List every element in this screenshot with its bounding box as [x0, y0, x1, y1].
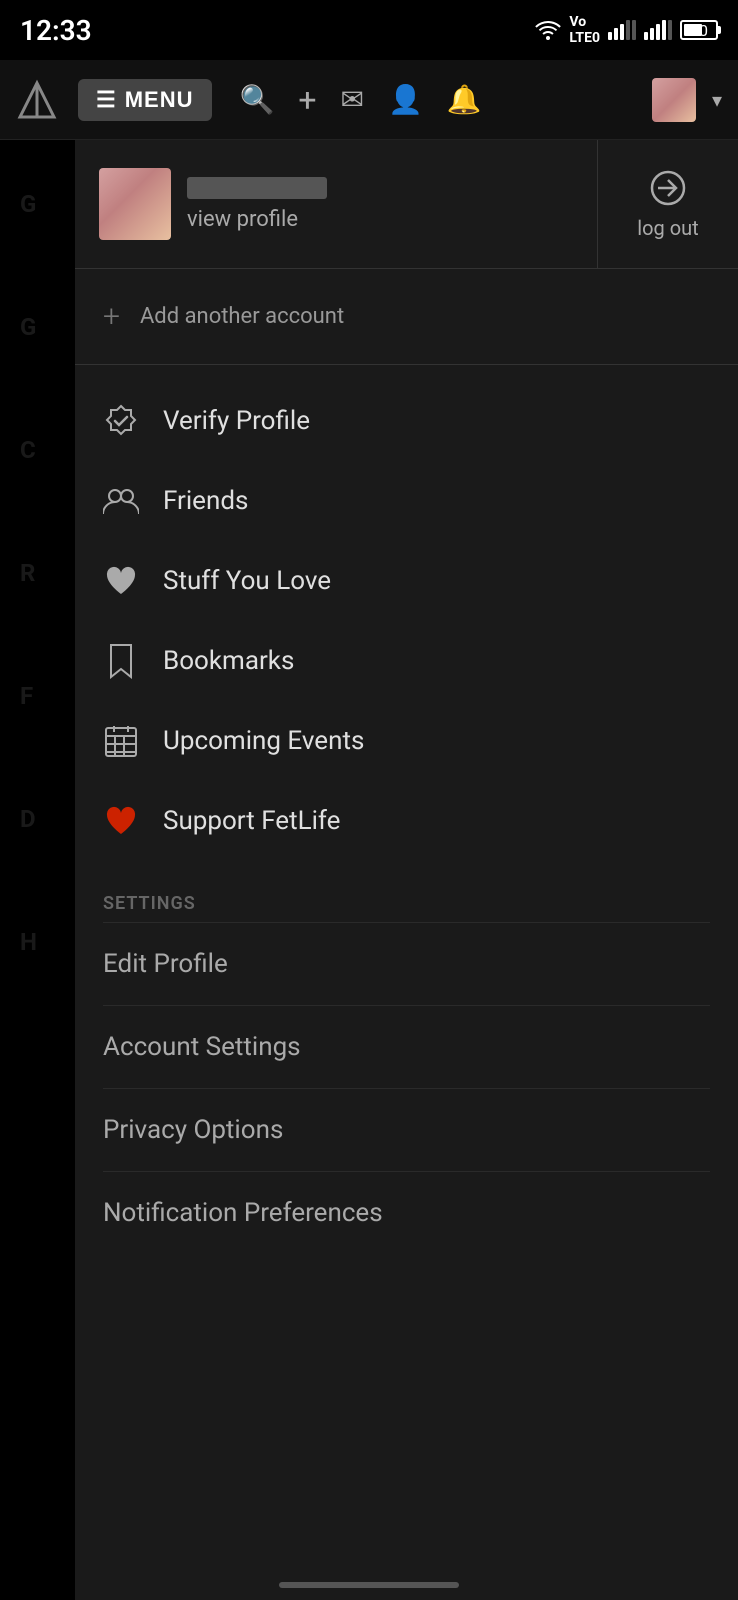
hamburger-icon: ☰ — [96, 87, 117, 113]
logout-section[interactable]: log out — [598, 140, 738, 268]
bookmark-icon — [103, 643, 139, 679]
account-settings-label: Account Settings — [103, 1032, 301, 1062]
menu-item-support-fetlife[interactable]: Support FetLife — [75, 781, 738, 861]
menu-item-friends[interactable]: Friends — [75, 461, 738, 541]
nav-icons: 🔍 + ✉ 👤 🔔 — [240, 81, 482, 119]
wifi-icon — [535, 20, 561, 40]
menu-button[interactable]: ☰ MENU — [78, 79, 212, 121]
search-icon[interactable]: 🔍 — [240, 83, 275, 116]
friends-icon — [103, 483, 139, 519]
logout-label[interactable]: log out — [637, 216, 698, 240]
verify-icon — [103, 403, 139, 439]
app-logo — [16, 79, 58, 121]
settings-heading: SETTINGS — [103, 893, 710, 914]
notifications-icon[interactable]: 🔔 — [447, 83, 482, 116]
verify-profile-label: Verify Profile — [163, 406, 310, 436]
profile-icon[interactable]: 👤 — [388, 83, 423, 116]
profile-info: view profile — [187, 177, 327, 232]
add-account-row[interactable]: + Add another account — [75, 269, 738, 365]
signal-bars-2 — [644, 20, 672, 40]
menu-items: Verify Profile Friends — [75, 365, 738, 877]
calendar-icon — [103, 723, 139, 759]
friends-label: Friends — [163, 486, 248, 516]
messages-icon[interactable]: ✉ — [341, 83, 364, 116]
drawer-menu: view profile log out + Add another accou… — [75, 140, 738, 1600]
edit-profile-label: Edit Profile — [103, 949, 228, 979]
profile-avatar — [99, 168, 171, 240]
add-account-icon: + — [103, 299, 120, 334]
menu-item-stuff-you-love[interactable]: Stuff You Love — [75, 541, 738, 621]
logout-icon — [648, 168, 688, 208]
settings-item-privacy-options[interactable]: Privacy Options — [103, 1088, 710, 1171]
upcoming-events-label: Upcoming Events — [163, 726, 364, 756]
stuff-you-love-label: Stuff You Love — [163, 566, 331, 596]
menu-label: MENU — [125, 87, 194, 113]
menu-item-upcoming-events[interactable]: Upcoming Events — [75, 701, 738, 781]
menu-item-verify-profile[interactable]: Verify Profile — [75, 381, 738, 461]
heart-icon — [103, 563, 139, 599]
support-fetlife-label: Support FetLife — [163, 806, 340, 836]
settings-item-account-settings[interactable]: Account Settings — [103, 1005, 710, 1088]
home-indicator — [279, 1582, 459, 1588]
nav-avatar[interactable] — [652, 78, 696, 122]
drawer-overlay: view profile log out + Add another accou… — [0, 140, 738, 1600]
add-icon[interactable]: + — [298, 81, 316, 119]
drawer-bg-left — [0, 140, 75, 1600]
signal-bars-1 — [608, 20, 636, 40]
avatar-chevron-icon: ▾ — [712, 88, 722, 112]
add-account-label: Add another account — [140, 304, 344, 329]
profile-section: view profile log out — [75, 140, 738, 269]
notification-preferences-label: Notification Preferences — [103, 1198, 383, 1228]
status-time: 12:33 — [20, 14, 92, 47]
view-profile-link[interactable]: view profile — [187, 207, 327, 232]
settings-item-notification-preferences[interactable]: Notification Preferences — [103, 1171, 710, 1254]
privacy-options-label: Privacy Options — [103, 1115, 283, 1145]
red-heart-icon — [103, 803, 139, 839]
status-icons: VoLTE0 60 — [535, 14, 718, 46]
profile-username — [187, 177, 327, 199]
menu-item-bookmarks[interactable]: Bookmarks — [75, 621, 738, 701]
battery-level: 60 — [690, 21, 708, 40]
battery-icon: 60 — [680, 20, 718, 40]
bookmarks-label: Bookmarks — [163, 646, 294, 676]
status-bar: 12:33 VoLTE0 60 — [0, 0, 738, 60]
profile-left[interactable]: view profile — [75, 140, 598, 268]
settings-item-edit-profile[interactable]: Edit Profile — [103, 922, 710, 1005]
nav-bar: ☰ MENU 🔍 + ✉ 👤 🔔 ▾ — [0, 60, 738, 140]
signal-text: VoLTE0 — [569, 14, 600, 46]
settings-section: SETTINGS Edit Profile Account Settings P… — [75, 877, 738, 1254]
